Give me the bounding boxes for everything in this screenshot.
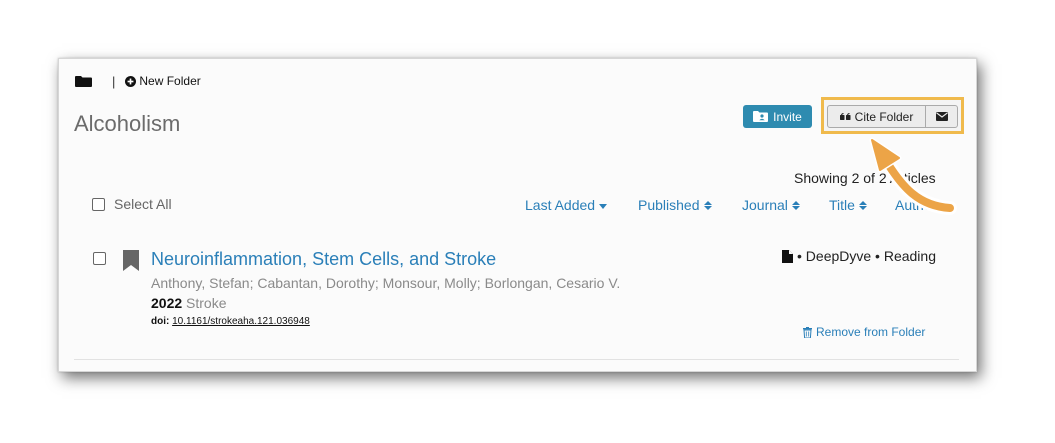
bookmark-icon[interactable] bbox=[123, 250, 139, 271]
quote-icon bbox=[839, 112, 851, 120]
sort-last-added[interactable]: Last Added bbox=[525, 197, 608, 213]
folder-toolbar: | New Folder bbox=[75, 73, 201, 89]
remove-from-folder-link[interactable]: Remove from Folder bbox=[803, 325, 925, 339]
envelope-icon bbox=[935, 112, 948, 121]
sort-label: Title bbox=[829, 197, 855, 213]
doi-link[interactable]: 10.1161/strokeaha.121.036948 bbox=[172, 316, 310, 327]
folder-icon[interactable] bbox=[75, 75, 92, 87]
showing-count: Showing 2 of 2 Articles bbox=[794, 170, 936, 186]
sort-label: Author bbox=[895, 197, 937, 213]
sort-title[interactable]: Title bbox=[829, 197, 867, 213]
invite-label: Invite bbox=[773, 109, 802, 124]
sort-journal[interactable]: Journal bbox=[742, 197, 800, 213]
sort-icon bbox=[791, 200, 800, 210]
toolbar-separator: | bbox=[112, 73, 116, 89]
folder-panel: | New Folder Alcoholism Invite Cite Fold… bbox=[58, 58, 977, 372]
cite-folder-label: Cite Folder bbox=[854, 109, 914, 124]
sort-icon bbox=[940, 200, 949, 210]
article-doi: doi: 10.1161/strokeaha.121.036948 bbox=[151, 316, 310, 327]
select-all-label: Select All bbox=[114, 196, 172, 212]
sort-icon bbox=[858, 200, 867, 210]
article-year: 2022 bbox=[151, 295, 183, 311]
select-all-checkbox[interactable] bbox=[92, 197, 105, 211]
row-divider bbox=[74, 359, 959, 360]
sort-label: Published bbox=[638, 197, 700, 213]
article-sources: • DeepDyve • Reading bbox=[782, 248, 936, 264]
folder-user-icon bbox=[753, 111, 769, 122]
select-all[interactable]: Select All bbox=[92, 196, 172, 212]
plus-circle-icon bbox=[125, 75, 137, 87]
article-year-journal: 2022 Stroke bbox=[151, 295, 227, 311]
email-button[interactable] bbox=[925, 105, 958, 128]
sort-icon bbox=[703, 200, 712, 210]
new-folder-label: New Folder bbox=[139, 74, 201, 88]
sort-label: Journal bbox=[742, 197, 788, 213]
sort-author[interactable]: Author bbox=[895, 197, 949, 213]
caret-down-icon bbox=[599, 204, 608, 209]
trash-icon bbox=[803, 326, 812, 338]
sources-text[interactable]: • DeepDyve • Reading bbox=[797, 248, 936, 264]
new-folder-link[interactable]: New Folder bbox=[125, 74, 201, 88]
cite-folder-button[interactable]: Cite Folder bbox=[827, 105, 926, 128]
invite-button[interactable]: Invite bbox=[743, 105, 812, 128]
file-icon[interactable] bbox=[782, 249, 793, 263]
sort-label: Last Added bbox=[525, 197, 596, 213]
sort-published[interactable]: Published bbox=[638, 197, 712, 213]
folder-title: Alcoholism bbox=[74, 111, 181, 136]
article-title-link[interactable]: Neuroinflammation, Stem Cells, and Strok… bbox=[151, 249, 496, 270]
article-authors: Anthony, Stefan; Cabantan, Dorothy; Mons… bbox=[151, 275, 621, 291]
article-checkbox[interactable] bbox=[93, 252, 106, 265]
remove-label: Remove from Folder bbox=[816, 325, 926, 339]
article-journal: Stroke bbox=[186, 295, 227, 311]
doi-label: doi: bbox=[151, 316, 170, 327]
